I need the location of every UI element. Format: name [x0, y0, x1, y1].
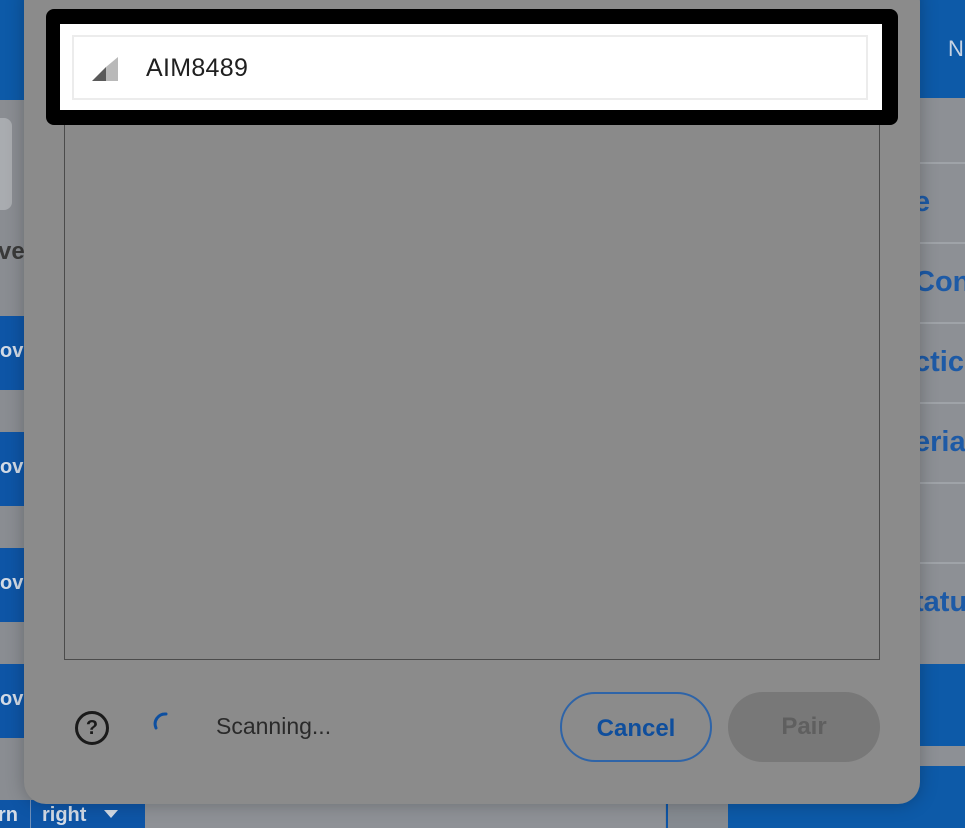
- scanning-status: Scanning...: [216, 713, 332, 739]
- background-divider: [666, 800, 668, 828]
- device-list-item-inner: AIM8489: [72, 35, 868, 100]
- background-left-header: [0, 0, 24, 100]
- pair-button[interactable]: Pair: [728, 692, 880, 762]
- background-menu-row-label: erial: [914, 426, 965, 458]
- background-right-header-text: N: [948, 36, 964, 61]
- device-list: [64, 100, 880, 660]
- chevron-down-icon: [104, 810, 118, 818]
- question-circle-icon[interactable]: ?: [75, 711, 109, 745]
- background-menu-row-label: Con: [914, 266, 965, 298]
- background-code-block-label: ov: [0, 688, 24, 710]
- background-left-tab: [0, 118, 12, 210]
- background-workspace: [145, 800, 665, 828]
- device-name: AIM8489: [146, 54, 249, 82]
- background-code-block-label: ov: [0, 340, 24, 362]
- cancel-button[interactable]: Cancel: [560, 692, 712, 762]
- background-code-block-label: ov: [0, 572, 24, 594]
- background-code-block-label: ov: [0, 456, 24, 478]
- background-block-divider: [30, 800, 31, 828]
- background-category-label: ve: [0, 238, 25, 265]
- background-turn-label: rn: [0, 804, 18, 826]
- spinner-icon: [153, 712, 168, 730]
- device-list-item[interactable]: AIM8489: [60, 24, 882, 110]
- signal-strength-icon: [92, 57, 118, 81]
- background-direction-dropdown: right: [42, 804, 87, 826]
- background-menu-row-label: ctic: [914, 346, 964, 378]
- background-menu-row-label: tatu: [914, 586, 965, 618]
